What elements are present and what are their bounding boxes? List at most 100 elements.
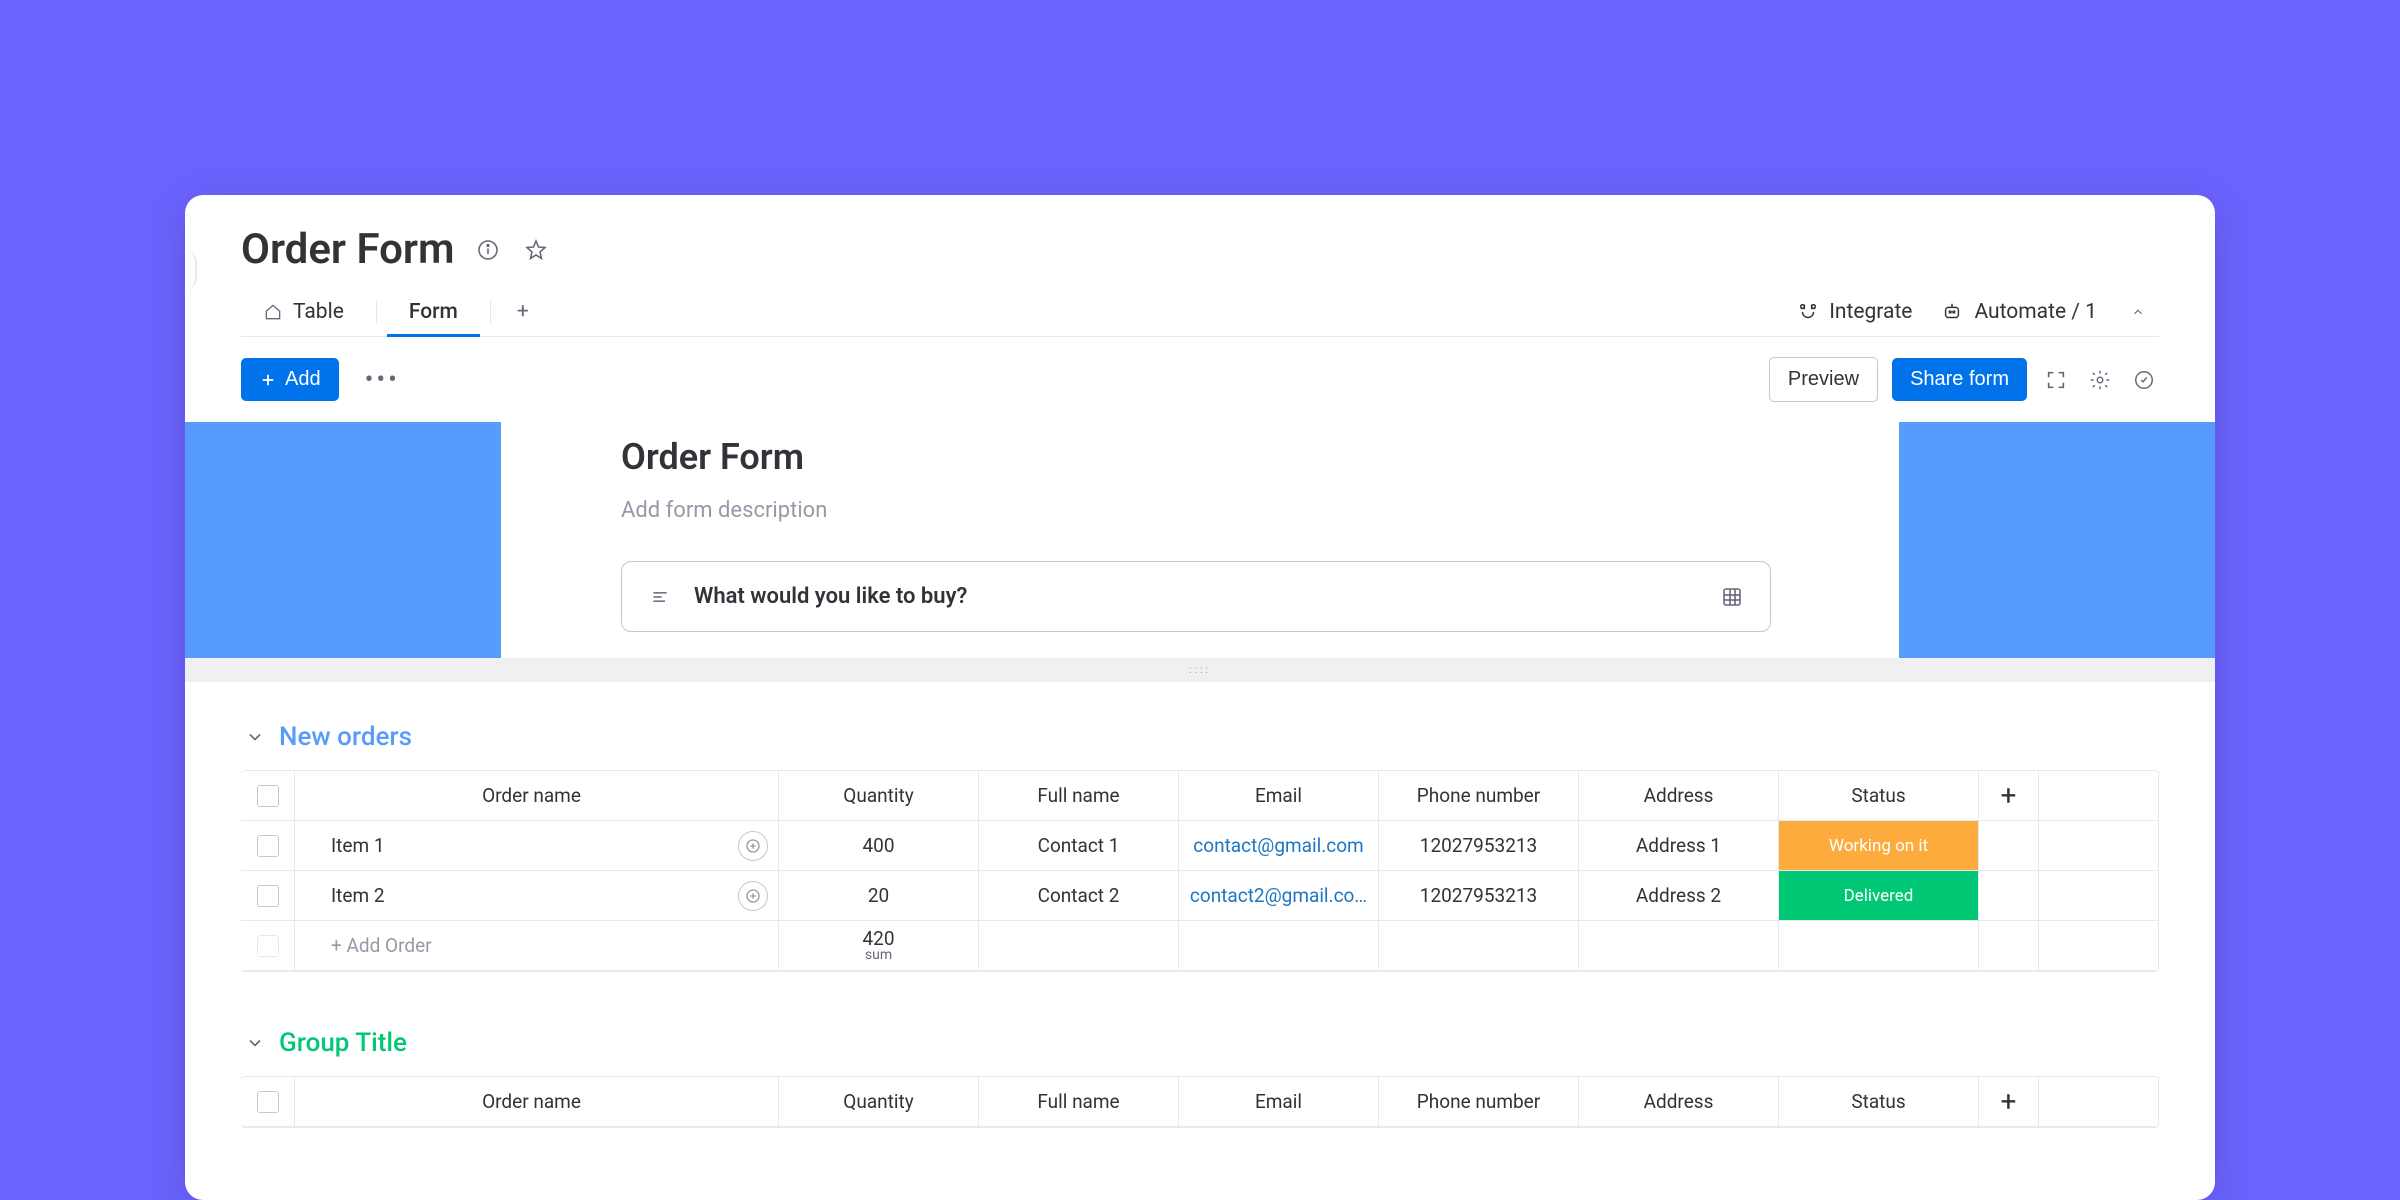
expand-row-icon[interactable] xyxy=(738,831,768,861)
cell-status[interactable]: Delivered xyxy=(1779,871,1979,921)
add-column-button[interactable]: + xyxy=(1979,771,2039,821)
chevron-down-icon xyxy=(245,727,265,747)
cell-address[interactable]: Address 2 xyxy=(1579,871,1779,921)
col-address[interactable]: Address xyxy=(1579,771,1779,821)
cell-empty xyxy=(979,921,1179,971)
cell-order-name[interactable]: Item 1 xyxy=(295,821,779,871)
col-order-name[interactable]: Order name xyxy=(295,1077,779,1127)
cell-phone[interactable]: 12027953213 xyxy=(1379,871,1579,921)
spacer xyxy=(2039,871,2158,921)
row-checkbox[interactable] xyxy=(241,921,295,971)
page-title: Order Form xyxy=(241,225,455,274)
automate-button[interactable]: Automate / 1 xyxy=(1940,300,2097,324)
add-item-label: + Add Order xyxy=(331,934,432,957)
col-order-name[interactable]: Order name xyxy=(295,771,779,821)
tab-table[interactable]: Table xyxy=(241,288,366,336)
preview-label: Preview xyxy=(1788,368,1859,391)
group-header[interactable]: New orders xyxy=(241,722,2159,752)
tab-form[interactable]: Form xyxy=(387,288,480,336)
add-button-label: Add xyxy=(285,368,321,391)
add-item-button[interactable]: + Add Order xyxy=(295,921,779,971)
cell-address[interactable]: Address 1 xyxy=(1579,821,1779,871)
select-all-checkbox[interactable] xyxy=(241,771,295,821)
integrate-icon xyxy=(1797,301,1819,323)
col-phone[interactable]: Phone number xyxy=(1379,1077,1579,1127)
cell-order-name[interactable]: Item 2 xyxy=(295,871,779,921)
col-phone[interactable]: Phone number xyxy=(1379,771,1579,821)
add-tab-button[interactable]: + xyxy=(501,288,545,336)
orders-table: Order name Quantity Full name Email Phon… xyxy=(241,770,2159,972)
spacer xyxy=(2039,921,2158,971)
select-all-checkbox[interactable] xyxy=(241,1077,295,1127)
collapse-caret[interactable] xyxy=(2125,299,2151,325)
form-title[interactable]: Order Form xyxy=(621,436,1875,478)
cell-phone[interactable]: 12027953213 xyxy=(1379,821,1579,871)
group-header[interactable]: Group Title xyxy=(241,1028,2159,1058)
cell-status[interactable]: Working on it xyxy=(1779,821,1979,871)
sum-value: 420 xyxy=(862,929,894,948)
col-address[interactable]: Address xyxy=(1579,1077,1779,1127)
expand-row-icon[interactable] xyxy=(738,881,768,911)
col-status[interactable]: Status xyxy=(1779,771,1979,821)
cell-text: Item 1 xyxy=(331,834,385,857)
tab-divider xyxy=(490,300,491,324)
cell-quantity[interactable]: 400 xyxy=(779,821,979,871)
star-icon[interactable] xyxy=(521,235,551,265)
add-button[interactable]: Add xyxy=(241,358,339,401)
sum-label: sum xyxy=(865,948,892,962)
col-quantity[interactable]: Quantity xyxy=(779,1077,979,1127)
plus-icon xyxy=(259,371,277,389)
cell-empty xyxy=(1179,921,1379,971)
tab-form-label: Form xyxy=(409,300,458,324)
col-full-name[interactable]: Full name xyxy=(979,771,1179,821)
automate-label: Automate / 1 xyxy=(1974,300,2097,324)
cell-text: Item 2 xyxy=(331,884,385,907)
preview-button[interactable]: Preview xyxy=(1769,357,1878,402)
form-preview-area: Order Form Add form description What wou… xyxy=(185,422,2215,658)
info-icon[interactable] xyxy=(473,235,503,265)
chevron-down-icon xyxy=(245,1033,265,1053)
row-checkbox[interactable] xyxy=(241,871,295,921)
form-banner-left xyxy=(185,422,501,658)
group-name: Group Title xyxy=(279,1028,407,1058)
form-description-placeholder[interactable]: Add form description xyxy=(621,498,1875,523)
cell-full-name[interactable]: Contact 1 xyxy=(979,821,1179,871)
col-email[interactable]: Email xyxy=(1179,1077,1379,1127)
col-status[interactable]: Status xyxy=(1779,1077,1979,1127)
activity-icon[interactable] xyxy=(2129,365,2159,395)
col-full-name[interactable]: Full name xyxy=(979,1077,1179,1127)
cell-full-name[interactable]: Contact 2 xyxy=(979,871,1179,921)
app-window: Order Form Table Form + xyxy=(185,195,2215,1200)
robot-icon xyxy=(1940,301,1964,323)
cell-empty xyxy=(1979,921,2039,971)
col-email[interactable]: Email xyxy=(1179,771,1379,821)
row-checkbox[interactable] xyxy=(241,821,295,871)
loading-stub xyxy=(185,250,197,290)
share-form-label: Share form xyxy=(1910,368,2009,391)
cell-email[interactable]: contact@gmail.com xyxy=(1179,821,1379,871)
quantity-sum: 420 sum xyxy=(779,921,979,971)
home-icon xyxy=(263,302,283,322)
add-row: + Add Order 420 sum xyxy=(241,921,2158,971)
share-form-button[interactable]: Share form xyxy=(1892,358,2027,401)
cell-email[interactable]: contact2@gmail.co… xyxy=(1179,871,1379,921)
group-title: Group Title Order name Quantity Full nam… xyxy=(241,1028,2159,1128)
integrate-label: Integrate xyxy=(1829,300,1912,324)
tab-table-label: Table xyxy=(293,300,344,324)
grid-icon[interactable] xyxy=(1720,585,1744,609)
settings-icon[interactable] xyxy=(2085,365,2115,395)
fullscreen-icon[interactable] xyxy=(2041,365,2071,395)
form-question-card[interactable]: What would you like to buy? xyxy=(621,561,1771,632)
cell-quantity[interactable]: 20 xyxy=(779,871,979,921)
table-header-row: Order name Quantity Full name Email Phon… xyxy=(241,771,2158,821)
resize-handle[interactable]: :::: xyxy=(185,658,2215,682)
cell-empty xyxy=(1579,921,1779,971)
integrate-button[interactable]: Integrate xyxy=(1797,300,1912,324)
cell-empty xyxy=(1779,921,1979,971)
orders-table: Order name Quantity Full name Email Phon… xyxy=(241,1076,2159,1128)
status-badge: Delivered xyxy=(1779,871,1978,920)
col-quantity[interactable]: Quantity xyxy=(779,771,979,821)
table-header-row: Order name Quantity Full name Email Phon… xyxy=(241,1077,2158,1127)
add-column-button[interactable]: + xyxy=(1979,1077,2039,1127)
more-menu[interactable]: ••• xyxy=(357,361,408,399)
